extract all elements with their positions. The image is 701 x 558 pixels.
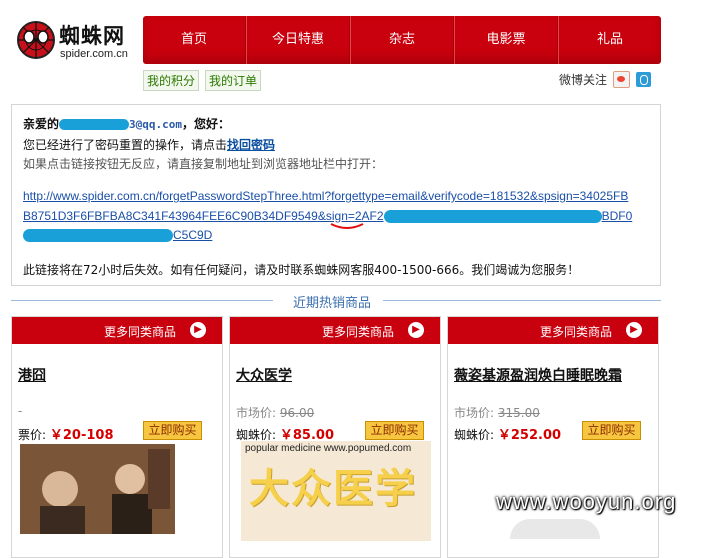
url-part-2a: B8751D3F6FBFBA8C341F43964FEE6C90B34DF954… bbox=[23, 208, 318, 223]
my-points-link[interactable]: 我的积分 bbox=[143, 70, 200, 91]
market-price-label: - bbox=[18, 404, 23, 418]
email-tail: 3@qq.com bbox=[129, 118, 182, 131]
buy-now-button[interactable]: 立即购买 bbox=[582, 421, 641, 440]
product-image[interactable] bbox=[20, 444, 175, 534]
reset-email-box: 亲爱的 3@qq.com，您好： 您已经进行了密码重置的操作，请点击找回密码 如果… bbox=[11, 104, 661, 286]
redacted-sign-2 bbox=[23, 229, 173, 243]
reset-url-link[interactable]: http://www.spider.com.cn/forgetPasswordS… bbox=[23, 187, 653, 246]
market-price: 市场价: 315.00 bbox=[454, 404, 540, 421]
nav-magazines[interactable]: 杂志 bbox=[350, 16, 454, 64]
magazine-cover-header: popular medicine www.popumed.com bbox=[245, 443, 412, 454]
product-card-header: 更多同类商品 ▶ bbox=[448, 317, 658, 344]
logo-name: 蜘蛛网 bbox=[59, 24, 125, 48]
my-orders-link[interactable]: 我的订单 bbox=[205, 70, 262, 91]
reset-password-link[interactable]: 找回密码 bbox=[227, 138, 275, 152]
url-part-2d: BDF0 bbox=[601, 208, 633, 223]
buy-now-button[interactable]: 立即购买 bbox=[365, 421, 424, 440]
sign-underline-mark bbox=[330, 223, 364, 229]
qq-weibo-icon[interactable] bbox=[636, 72, 652, 87]
price-label: 票价: bbox=[18, 428, 47, 442]
site-logo[interactable]: 蜘蛛网 spider.com.cn bbox=[16, 18, 141, 66]
weibo-follow: 微博关注 bbox=[559, 71, 652, 88]
account-links: 我的积分 我的订单 bbox=[143, 70, 262, 91]
product-card-header: 更多同类商品 ▶ bbox=[12, 317, 222, 344]
sale-price: 蜘蛛价: ￥252.00 bbox=[454, 424, 561, 443]
product-card: 更多同类商品 ▶ 大众医学 市场价: 96.00 蜘蛛价: ￥85.00 立即购… bbox=[229, 316, 441, 558]
url-part-1: http://www.spider.com.cn/forgetPasswordS… bbox=[23, 189, 629, 203]
more-similar-link[interactable]: 更多同类商品 bbox=[322, 323, 394, 340]
hot-products-heading: 近期热销商品 bbox=[11, 289, 661, 311]
price-value: ￥20-108 bbox=[49, 428, 114, 443]
market-price-value: 96.00 bbox=[279, 406, 315, 420]
magazine-cover-title: 大众医学 bbox=[249, 466, 417, 512]
movie-poster-graphic bbox=[20, 444, 175, 534]
redacted-email bbox=[59, 119, 130, 130]
url-part-2c: 2AF2 bbox=[354, 208, 384, 223]
spider-logo-icon bbox=[17, 21, 55, 59]
greeting-suffix: ，您好： bbox=[182, 117, 231, 131]
logo-domain: spider.com.cn bbox=[60, 48, 128, 60]
watermark: www.wooyun.org bbox=[496, 489, 677, 514]
product-title[interactable]: 薇姿基源盈润焕白睡眠晚霜 bbox=[454, 365, 622, 385]
buy-now-button[interactable]: 立即购买 bbox=[143, 421, 202, 440]
main-nav: 首页 今日特惠 杂志 电影票 礼品 bbox=[143, 16, 661, 64]
sina-weibo-icon[interactable] bbox=[613, 71, 631, 88]
nav-today-deals[interactable]: 今日特惠 bbox=[246, 16, 350, 64]
arrow-right-icon[interactable]: ▶ bbox=[408, 322, 424, 338]
url-sign-param: &sign= bbox=[317, 208, 355, 223]
market-price: 市场价: 96.00 bbox=[236, 404, 314, 421]
more-similar-link[interactable]: 更多同类商品 bbox=[104, 323, 176, 340]
divider-right bbox=[383, 300, 661, 301]
greeting-prefix: 亲爱的 bbox=[23, 117, 60, 131]
greeting: 亲爱的 3@qq.com，您好： bbox=[23, 115, 230, 132]
copy-hint: 如果点击链接按钮无反应，请直接复制地址到浏览器地址栏中打开： bbox=[23, 157, 384, 171]
product-card-header: 更多同类商品 ▶ bbox=[230, 317, 440, 344]
product-image[interactable] bbox=[510, 519, 600, 539]
arrow-right-icon[interactable]: ▶ bbox=[190, 322, 206, 338]
market-price-label: 市场价: bbox=[236, 406, 277, 420]
redacted-sign bbox=[383, 209, 602, 223]
product-title[interactable]: 大众医学 bbox=[236, 365, 292, 385]
price-value: ￥252.00 bbox=[497, 428, 562, 443]
more-similar-link[interactable]: 更多同类商品 bbox=[540, 323, 612, 340]
product-card: 更多同类商品 ▶ 薇姿基源盈润焕白睡眠晚霜 市场价: 315.00 蜘蛛价: ￥… bbox=[447, 316, 659, 558]
nav-gifts[interactable]: 礼品 bbox=[558, 16, 661, 64]
product-card: 更多同类商品 ▶ 港囧 - 票价: ￥20-108 立即购买 bbox=[11, 316, 223, 558]
reset-text: 您已经进行了密码重置的操作，请点击 bbox=[23, 138, 228, 152]
url-part-3: C5C9D bbox=[173, 228, 213, 242]
expiry-notice: 此链接将在72小时后失效。如有任何疑问，请及时联系蜘蛛网客服400-1500-6… bbox=[23, 263, 580, 277]
price-label: 蜘蛛价: bbox=[236, 428, 277, 442]
divider-left bbox=[11, 300, 273, 301]
price-label: 蜘蛛价: bbox=[454, 428, 495, 442]
weibo-follow-label: 微博关注 bbox=[559, 73, 608, 87]
nav-movie-tickets[interactable]: 电影票 bbox=[454, 16, 558, 64]
product-image[interactable]: popular medicine www.popumed.com 大众医学 bbox=[241, 441, 431, 541]
sale-price: 票价: ￥20-108 bbox=[18, 424, 114, 443]
market-price-label: 市场价: bbox=[454, 406, 495, 420]
hot-products-title: 近期热销商品 bbox=[293, 296, 372, 311]
nav-home[interactable]: 首页 bbox=[143, 16, 246, 64]
arrow-right-icon[interactable]: ▶ bbox=[626, 322, 642, 338]
market-price-value: 315.00 bbox=[497, 406, 540, 420]
market-price: - bbox=[18, 404, 22, 418]
reset-instruction: 您已经进行了密码重置的操作，请点击找回密码 bbox=[23, 136, 275, 153]
product-title[interactable]: 港囧 bbox=[18, 365, 46, 385]
